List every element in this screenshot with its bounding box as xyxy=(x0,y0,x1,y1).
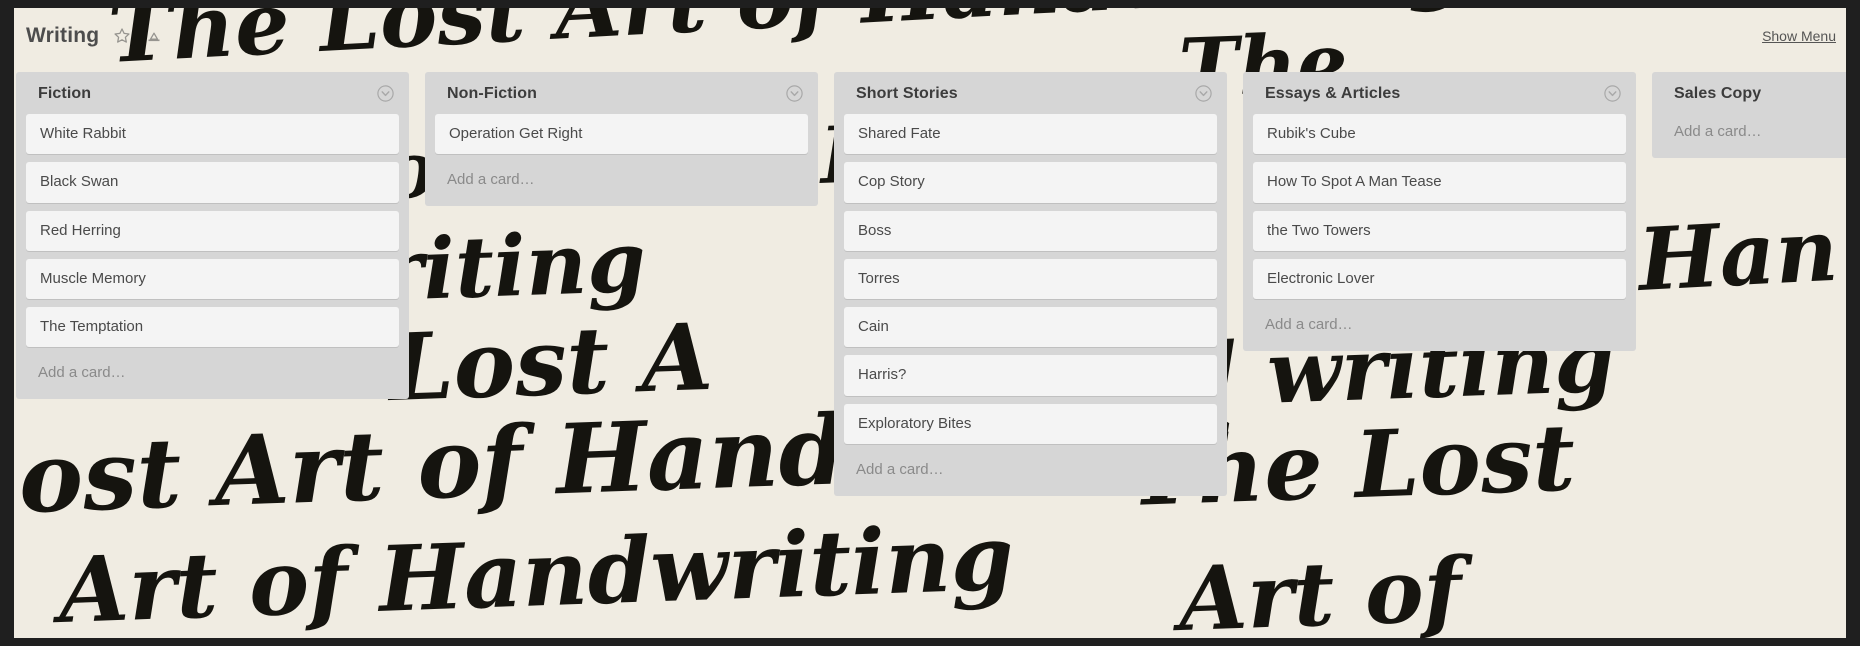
list-header: Sales Copy xyxy=(1652,72,1860,114)
card[interactable]: Torres xyxy=(844,258,1217,299)
board-title: Writing xyxy=(26,24,100,47)
card[interactable]: Black Swan xyxy=(26,162,399,203)
card-list: Operation Get Right xyxy=(425,114,818,162)
trello-board: The Lost Art of Handwriting The Lost Art… xyxy=(0,0,1860,646)
add-card-button[interactable]: Add a card… xyxy=(1243,307,1636,345)
list-header: Fiction xyxy=(16,72,409,114)
board-header: Writing Show Menu xyxy=(0,8,1860,64)
add-card-button[interactable]: Add a card… xyxy=(1652,114,1860,152)
card[interactable]: Harris? xyxy=(844,355,1217,396)
list-header: Short Stories xyxy=(834,72,1227,114)
add-card-button[interactable]: Add a card… xyxy=(16,355,409,393)
add-card-button[interactable]: Add a card… xyxy=(834,452,1227,490)
card[interactable]: Operation Get Right xyxy=(435,114,808,155)
card[interactable]: The Temptation xyxy=(26,307,399,348)
card[interactable]: Red Herring xyxy=(26,210,399,251)
star-icon[interactable] xyxy=(113,27,131,45)
add-card-button[interactable]: Add a card… xyxy=(425,162,818,200)
list-title[interactable]: Sales Copy xyxy=(1674,85,1860,103)
card[interactable]: Muscle Memory xyxy=(26,258,399,299)
list-header: Non-Fiction xyxy=(425,72,818,114)
list: Essays & Articles Rubik's Cube How To Spot… xyxy=(1243,72,1636,351)
card[interactable]: Exploratory Bites xyxy=(844,403,1217,444)
card[interactable]: Cain xyxy=(844,307,1217,348)
list-title[interactable]: Fiction xyxy=(38,85,368,103)
card[interactable]: Shared Fate xyxy=(844,114,1217,155)
card[interactable]: How To Spot A Man Tease xyxy=(1253,162,1626,203)
list-header: Essays & Articles xyxy=(1243,72,1636,114)
lists-canvas: Fiction White Rabbit Black Swan Red Herring… xyxy=(0,72,1860,642)
card[interactable]: Rubik's Cube xyxy=(1253,114,1626,155)
list: Short Stories Shared Fate Cop Story Boss Tor… xyxy=(834,72,1227,496)
chevron-down-circle-icon[interactable] xyxy=(1194,84,1213,103)
card-list: White Rabbit Black Swan Red Herring Muscle … xyxy=(16,114,409,355)
card[interactable]: Boss xyxy=(844,210,1217,251)
card-list: Rubik's Cube How To Spot A Man Tease the T… xyxy=(1243,114,1636,307)
list-title[interactable]: Short Stories xyxy=(856,85,1186,103)
list-title[interactable]: Essays & Articles xyxy=(1265,85,1595,103)
chevron-down-circle-icon[interactable] xyxy=(785,84,804,103)
list: Fiction White Rabbit Black Swan Red Herring… xyxy=(16,72,409,400)
card[interactable]: the Two Towers xyxy=(1253,210,1626,251)
list-title[interactable]: Non-Fiction xyxy=(447,85,777,103)
chevron-down-circle-icon[interactable] xyxy=(376,84,395,103)
card[interactable]: White Rabbit xyxy=(26,114,399,155)
show-menu-link[interactable]: Show Menu xyxy=(1762,28,1836,44)
card-list: Shared Fate Cop Story Boss Torres Cain Harris… xyxy=(834,114,1227,452)
list: Sales Copy Add a card… xyxy=(1652,72,1860,158)
card[interactable]: Cop Story xyxy=(844,162,1217,203)
card[interactable]: Electronic Lover xyxy=(1253,258,1626,299)
chevron-down-circle-icon[interactable] xyxy=(1603,84,1622,103)
list: Non-Fiction Operation Get Right Add a card… xyxy=(425,72,818,207)
subscribe-icon[interactable] xyxy=(145,27,163,45)
window-top-edge xyxy=(0,0,1860,8)
